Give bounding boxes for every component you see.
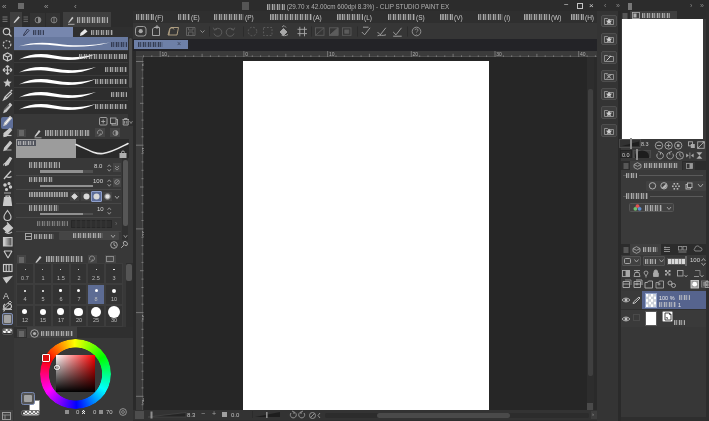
svg-text:20: 20 — [413, 51, 419, 57]
svg-text:0: 0 — [245, 51, 248, 57]
svg-text:10: 10 — [162, 51, 168, 57]
svg-text:10: 10 — [329, 51, 335, 57]
svg-text:30: 30 — [496, 51, 502, 57]
svg-text:40: 40 — [580, 51, 586, 57]
